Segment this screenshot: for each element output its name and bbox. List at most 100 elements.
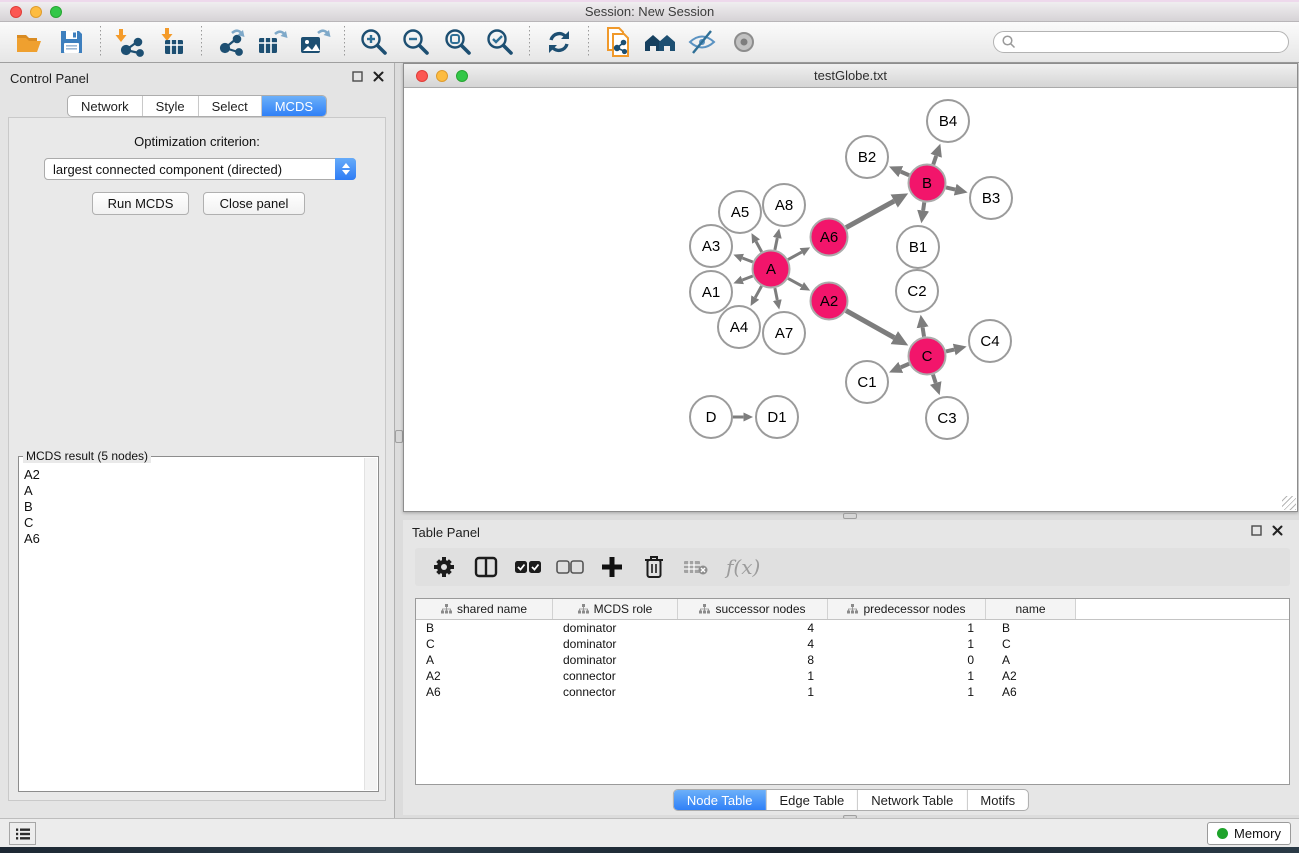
- tab-motifs[interactable]: Motifs: [966, 790, 1028, 810]
- refresh-icon[interactable]: [542, 25, 576, 59]
- edge-A2-C[interactable]: [846, 311, 894, 338]
- edge-A-A3[interactable]: [742, 258, 752, 262]
- graph-node-A7[interactable]: A7: [763, 312, 805, 354]
- zoom-out-icon[interactable]: [399, 25, 433, 59]
- delete-table-icon[interactable]: [682, 554, 710, 580]
- graph-node-B4[interactable]: B4: [927, 100, 969, 142]
- network-graph[interactable]: B4B2BB3A5A8A6A3B1AA1C2A2A4A7C4CC1C3DD1: [404, 88, 1297, 511]
- save-session-icon[interactable]: [54, 25, 88, 59]
- graph-node-C4[interactable]: C4: [969, 320, 1011, 362]
- task-history-button[interactable]: [9, 822, 36, 845]
- zoom-fit-icon[interactable]: [441, 25, 475, 59]
- run-mcds-button[interactable]: Run MCDS: [92, 192, 189, 215]
- graph-node-B[interactable]: B: [909, 165, 946, 202]
- tab-edge-table[interactable]: Edge Table: [765, 790, 857, 810]
- open-session-icon[interactable]: [12, 25, 46, 59]
- result-scrollbar[interactable]: [364, 458, 377, 790]
- float-panel-icon[interactable]: [352, 71, 363, 82]
- graph-node-A6[interactable]: A6: [811, 219, 848, 256]
- edge-A-A6[interactable]: [788, 252, 802, 260]
- graph-node-A1[interactable]: A1: [690, 271, 732, 313]
- window-resize-grip[interactable]: [1282, 496, 1296, 510]
- edge-A-A8[interactable]: [775, 238, 777, 250]
- table-row[interactable]: Cdominator41C: [416, 636, 1289, 652]
- add-column-icon[interactable]: [598, 554, 626, 580]
- session-titlebar[interactable]: Session: New Session: [0, 2, 1299, 22]
- float-table-panel-icon[interactable]: [1251, 525, 1262, 536]
- table-settings-icon[interactable]: [430, 554, 458, 580]
- horizontal-splitter-handle[interactable]: [843, 513, 857, 519]
- close-table-panel-icon[interactable]: [1272, 525, 1283, 536]
- column-header-name[interactable]: name: [986, 599, 1076, 619]
- edge-A6-B[interactable]: [846, 201, 894, 227]
- vertical-splitter-handle[interactable]: [395, 430, 403, 443]
- graph-node-C3[interactable]: C3: [926, 397, 968, 439]
- node-table[interactable]: shared nameMCDS rolesuccessor nodesprede…: [415, 598, 1290, 785]
- tab-mcds[interactable]: MCDS: [261, 96, 326, 116]
- edge-A-A1[interactable]: [742, 276, 752, 280]
- edge-A-A7[interactable]: [775, 288, 777, 300]
- mcds-result-list[interactable]: A2ABCA6: [19, 457, 378, 547]
- memory-button[interactable]: Memory: [1207, 822, 1291, 845]
- import-network-icon[interactable]: [113, 25, 147, 59]
- graph-node-A8[interactable]: A8: [763, 184, 805, 226]
- first-neighbors-icon[interactable]: [643, 25, 677, 59]
- zoom-in-icon[interactable]: [357, 25, 391, 59]
- deselect-all-icon[interactable]: [556, 554, 584, 580]
- edge-A-A4[interactable]: [755, 286, 761, 298]
- graph-node-C1[interactable]: C1: [846, 361, 888, 403]
- result-list-item[interactable]: C: [24, 515, 378, 531]
- export-network-icon[interactable]: [214, 25, 248, 59]
- zoom-selected-icon[interactable]: [483, 25, 517, 59]
- import-table-icon[interactable]: [155, 25, 189, 59]
- export-table-icon[interactable]: [256, 25, 290, 59]
- tab-network[interactable]: Network: [68, 96, 142, 116]
- tab-network-table[interactable]: Network Table: [857, 790, 966, 810]
- result-list-item[interactable]: A2: [24, 467, 378, 483]
- graph-node-A2[interactable]: A2: [811, 283, 848, 320]
- result-list-item[interactable]: A: [24, 483, 378, 499]
- close-panel-button[interactable]: Close panel: [203, 192, 305, 215]
- edge-A-A2[interactable]: [788, 278, 802, 286]
- edge-C-C3[interactable]: [933, 375, 936, 383]
- graph-node-A4[interactable]: A4: [718, 306, 760, 348]
- column-header-shared-name[interactable]: shared name: [416, 599, 553, 619]
- edge-A-A5[interactable]: [756, 242, 762, 252]
- search-input[interactable]: [1021, 35, 1271, 50]
- optimization-criterion-dropdown[interactable]: largest connected component (directed): [44, 158, 356, 180]
- graph-node-A5[interactable]: A5: [719, 191, 761, 233]
- graph-node-A3[interactable]: A3: [690, 225, 732, 267]
- graph-node-B1[interactable]: B1: [897, 226, 939, 268]
- edge-B-B4[interactable]: [933, 156, 936, 165]
- graph-node-D1[interactable]: D1: [756, 396, 798, 438]
- column-header-predecessor-nodes[interactable]: predecessor nodes: [828, 599, 986, 619]
- graph-node-B2[interactable]: B2: [846, 136, 888, 178]
- tab-node-table[interactable]: Node Table: [674, 790, 766, 810]
- show-all-icon[interactable]: [727, 25, 761, 59]
- tab-select[interactable]: Select: [198, 96, 261, 116]
- network-view-window[interactable]: testGlobe.txt B4B2BB3A5A8A6A3B1AA1C2A2A4…: [403, 63, 1298, 512]
- graph-node-D[interactable]: D: [690, 396, 732, 438]
- tab-style[interactable]: Style: [142, 96, 198, 116]
- table-row[interactable]: Adominator80A: [416, 652, 1289, 668]
- function-builder-icon[interactable]: f(x): [726, 555, 760, 579]
- select-all-icon[interactable]: [514, 554, 542, 580]
- table-row[interactable]: A2connector11A2: [416, 668, 1289, 684]
- duplicate-network-icon[interactable]: [601, 25, 635, 59]
- edge-C-C1[interactable]: [901, 364, 909, 368]
- edge-B-B3[interactable]: [946, 187, 955, 189]
- network-canvas[interactable]: B4B2BB3A5A8A6A3B1AA1C2A2A4A7C4CC1C3DD1: [404, 88, 1297, 511]
- edge-C-C2[interactable]: [923, 327, 924, 336]
- export-image-icon[interactable]: [298, 25, 332, 59]
- network-window-titlebar[interactable]: testGlobe.txt: [404, 64, 1297, 88]
- graph-node-A[interactable]: A: [753, 251, 790, 288]
- delete-column-icon[interactable]: [640, 554, 668, 580]
- graph-node-C[interactable]: C: [909, 338, 946, 375]
- result-list-item[interactable]: B: [24, 499, 378, 515]
- column-visibility-icon[interactable]: [472, 554, 500, 580]
- edge-C-C4[interactable]: [946, 350, 954, 352]
- table-row[interactable]: A6connector11A6: [416, 684, 1289, 700]
- edge-B-B2[interactable]: [901, 172, 909, 176]
- graph-node-C2[interactable]: C2: [896, 270, 938, 312]
- close-panel-icon[interactable]: [373, 71, 384, 82]
